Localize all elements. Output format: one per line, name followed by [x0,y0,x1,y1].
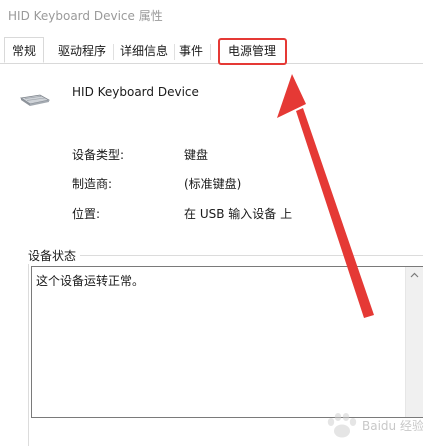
device-type-label: 设备类型: [72,148,125,162]
title-bar[interactable]: HID Keyboard Device 属性 [0,0,423,30]
device-name: HID Keyboard Device [72,85,199,99]
tab-strip-border [0,63,423,64]
baidu-paw-icon [327,413,357,438]
scroll-up-arrow-icon[interactable] [406,267,423,283]
properties-dialog: HID Keyboard Device 属性 常规 驱动程序 详细信息 事件 电… [0,0,423,446]
location-label: 位置: [72,207,101,221]
device-status-legend: 设备状态 [28,247,81,264]
arrow-head [277,74,306,118]
device-status-text: 这个设备运转正常。 [36,274,145,288]
tab-power-management[interactable]: 电源管理 [221,40,283,62]
window-title: HID Keyboard Device 属性 [8,9,163,23]
manufacturer-label: 制造商: [72,177,113,191]
tab-separator [210,44,211,60]
tab-general[interactable]: 常规 [4,37,44,63]
baidu-watermark: Baidu 经验 [327,413,423,438]
manufacturer-value: (标准键盘) [184,177,242,191]
tab-details[interactable]: 详细信息 [115,40,173,62]
tab-events[interactable]: 事件 [175,40,207,62]
device-type-value: 键盘 [184,148,209,162]
location-value: 在 USB 输入设备 上 [184,207,293,221]
tab-separator [113,44,114,60]
tab-driver[interactable]: 驱动程序 [52,40,112,62]
status-scrollbar[interactable] [405,267,423,417]
watermark-text: Baidu 经验 [362,418,423,433]
keyboard-icon [20,94,50,106]
